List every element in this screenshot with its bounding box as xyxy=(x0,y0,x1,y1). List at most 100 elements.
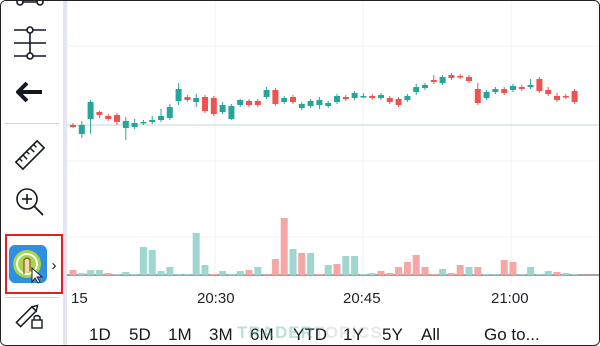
time-axis-label: 15 xyxy=(71,290,88,307)
range-button-all[interactable]: All xyxy=(421,325,440,345)
candle-body xyxy=(562,96,569,98)
candle-body xyxy=(70,125,76,127)
candle-body xyxy=(457,76,464,78)
candle-body xyxy=(131,123,138,127)
ruler-icon[interactable] xyxy=(1,135,59,175)
volume-bar xyxy=(183,274,191,275)
candle-body xyxy=(386,98,393,102)
volume-bar xyxy=(69,270,77,275)
range-button-6m[interactable]: 6M xyxy=(250,325,274,345)
candle-body xyxy=(105,116,112,119)
volume-bar xyxy=(395,267,403,275)
candle-body xyxy=(342,97,349,99)
volume-bar xyxy=(447,273,455,275)
time-axis-label: 20:45 xyxy=(343,290,381,307)
time-axis-label: 20:30 xyxy=(197,290,235,307)
candle-body xyxy=(307,101,314,106)
volume-bar xyxy=(465,267,473,275)
candle-body xyxy=(272,90,279,104)
volume-bar xyxy=(535,274,543,275)
volume-bar xyxy=(377,271,385,275)
toolbar-divider xyxy=(5,297,59,298)
volume-bar xyxy=(527,267,535,275)
range-button-1d[interactable]: 1D xyxy=(89,325,111,345)
time-range-bar: 1D 5D 1M 3M 6M YTD 1Y 5Y All Go to... xyxy=(67,323,599,345)
volume-bar xyxy=(263,274,271,275)
volume-bar xyxy=(148,250,156,275)
volume-bar xyxy=(87,270,95,275)
price-chart[interactable]: 15 20:30 20:45 21:00 xyxy=(66,1,599,345)
volume-bar xyxy=(421,267,429,275)
volume-bar xyxy=(201,265,209,275)
candle-body xyxy=(166,107,173,118)
zoom-in-icon[interactable] xyxy=(1,183,59,221)
candle-body xyxy=(281,98,288,102)
branch-icon[interactable] xyxy=(1,1,59,17)
volume-bar xyxy=(245,270,253,275)
candle-body xyxy=(219,105,226,112)
volume-bar xyxy=(386,273,394,275)
candle-body xyxy=(404,96,411,100)
fork-line-icon[interactable] xyxy=(1,23,59,63)
range-button-ytd[interactable]: YTD xyxy=(293,325,327,345)
candle-body xyxy=(78,125,85,134)
candle-body xyxy=(474,89,481,103)
range-button-1y[interactable]: 1Y xyxy=(343,325,364,345)
volume-bar xyxy=(175,274,183,275)
volume-bar xyxy=(236,271,244,275)
candle-body xyxy=(122,121,129,128)
candle-body xyxy=(439,77,446,83)
range-button-go-to[interactable]: Go to... xyxy=(484,325,540,345)
candle-body xyxy=(316,100,323,105)
range-button-3m[interactable]: 3M xyxy=(209,325,233,345)
volume-bar xyxy=(289,249,297,275)
candle-body xyxy=(114,115,120,122)
volume-bar xyxy=(474,267,482,275)
volume-bar xyxy=(403,262,411,275)
volume-bar xyxy=(333,264,341,275)
volume-bar xyxy=(210,274,218,275)
candle-body xyxy=(334,96,340,102)
volume-bar xyxy=(131,274,139,275)
candle-body xyxy=(554,96,560,100)
volume-bar xyxy=(192,233,200,275)
volume-bar xyxy=(439,269,447,275)
candle-body xyxy=(298,104,305,108)
candle-body xyxy=(545,90,552,94)
volume-bar xyxy=(500,260,508,275)
back-arrow-icon[interactable] xyxy=(1,75,59,109)
candle-body xyxy=(527,85,534,87)
expand-tools-chevron[interactable]: › xyxy=(47,257,61,274)
candle-body xyxy=(193,98,200,102)
volume-bar xyxy=(571,274,579,275)
volume-bar xyxy=(307,253,315,275)
volume-bar xyxy=(95,270,103,275)
volume-bar xyxy=(518,274,526,275)
candle-body xyxy=(518,87,525,89)
volume-bar xyxy=(412,255,420,275)
candle-body xyxy=(510,86,516,90)
candle-body xyxy=(254,101,261,105)
candle-body xyxy=(571,91,578,102)
candle-body xyxy=(325,103,332,106)
volume-bar xyxy=(368,273,376,275)
candle-body xyxy=(87,102,94,119)
volume-bar xyxy=(544,271,552,275)
volume-bar xyxy=(271,259,279,275)
candle-body xyxy=(395,99,402,105)
candle-body xyxy=(202,97,208,111)
range-button-1m[interactable]: 1M xyxy=(168,325,192,345)
finger-touch-icon[interactable] xyxy=(5,241,51,287)
volume-bar xyxy=(78,273,86,275)
volume-bar xyxy=(359,274,367,275)
candle-body xyxy=(466,77,472,81)
candle-body xyxy=(448,75,455,78)
volume-bar xyxy=(122,272,130,275)
candle-body xyxy=(210,98,217,114)
candle-body xyxy=(290,97,296,102)
range-button-5y[interactable]: 5Y xyxy=(382,325,403,345)
lock-pencil-icon[interactable] xyxy=(1,301,59,331)
volume-bar xyxy=(113,274,121,275)
range-button-5d[interactable]: 5D xyxy=(129,325,151,345)
candlestick-chart[interactable]: 15 20:30 20:45 21:00 xyxy=(66,1,599,323)
